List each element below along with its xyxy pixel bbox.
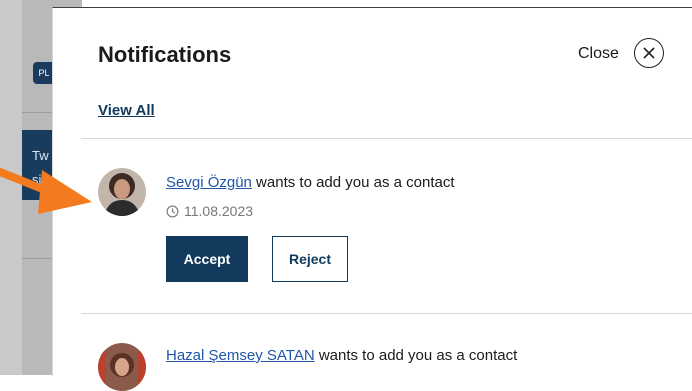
notification-item: Hazal Şemsey SATAN wants to add you as a… [98, 343, 658, 391]
divider [81, 138, 692, 139]
clock-icon [166, 205, 179, 217]
annotation-arrow-icon [0, 168, 92, 214]
close-icon [643, 47, 655, 59]
notification-date: 11.08.2023 [166, 203, 253, 219]
notification-item: Sevgi Özgün wants to add you as a contac… [98, 168, 658, 288]
panel-title: Notifications [98, 42, 232, 67]
close-button[interactable] [634, 38, 664, 68]
date-text: 11.08.2023 [184, 203, 254, 219]
notifications-panel: Notifications Close View All Sevgi Özgün… [52, 7, 692, 391]
avatar [98, 168, 146, 216]
contact-name-link[interactable]: Hazal Şemsey SATAN [166, 347, 315, 364]
notification-message: wants to add you as a contact [251, 174, 455, 191]
notification-message: wants to add you as a contact [314, 347, 518, 364]
accept-button[interactable]: Accept [166, 236, 248, 282]
divider [81, 313, 692, 314]
contact-name-link[interactable]: Sevgi Özgün [166, 174, 252, 191]
view-all-link[interactable]: View All [98, 102, 155, 119]
close-label[interactable]: Close [578, 45, 619, 63]
notification-text: Hazal Şemsey SATAN wants to add you as a… [166, 347, 517, 364]
reject-button[interactable]: Reject [272, 236, 348, 282]
notification-text: Sevgi Özgün wants to add you as a contac… [166, 174, 455, 191]
avatar [98, 343, 146, 391]
